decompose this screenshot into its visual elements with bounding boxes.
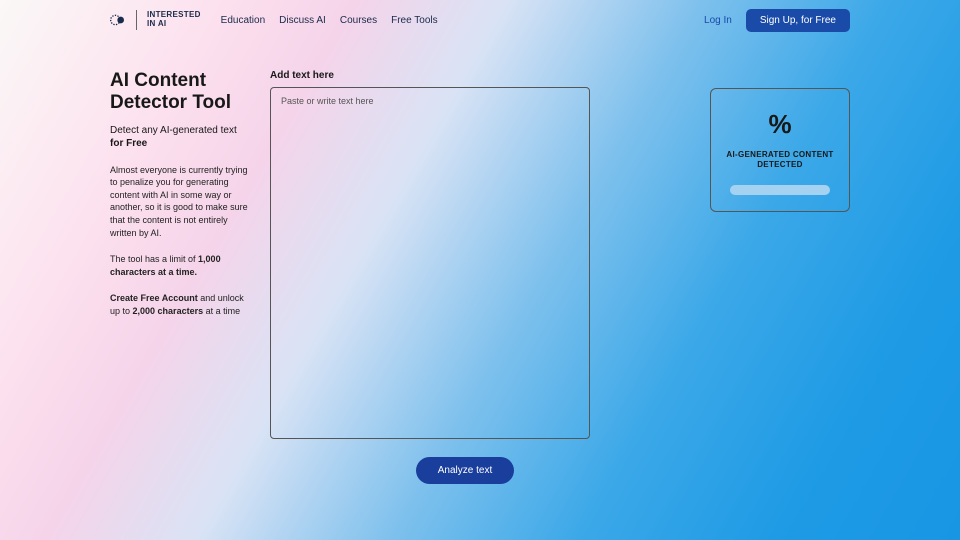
signup-button[interactable]: Sign Up, for Free xyxy=(746,9,850,32)
limit-para: The tool has a limit of 1,000 characters… xyxy=(110,253,250,278)
textarea-label: Add text here xyxy=(270,70,690,81)
logo[interactable]: INTERESTEDIN AI xyxy=(110,10,201,30)
result-column: % AI-GENERATED CONTENT DETECTED xyxy=(710,70,850,484)
header-right: Log In Sign Up, for Free xyxy=(704,9,850,32)
nav-courses[interactable]: Courses xyxy=(340,15,377,26)
logo-text: INTERESTEDIN AI xyxy=(147,11,201,29)
upsell-para: Create Free Account and unlock up to 2,0… xyxy=(110,292,250,317)
analyze-button[interactable]: Analyze text xyxy=(416,457,514,484)
page-title: AI Content Detector Tool xyxy=(110,70,250,114)
progress-bar xyxy=(730,185,830,195)
nav-discuss-ai[interactable]: Discuss AI xyxy=(279,15,326,26)
result-panel: % AI-GENERATED CONTENT DETECTED xyxy=(710,88,850,212)
subtitle: Detect any AI-generated text for Free xyxy=(110,124,250,150)
logo-icon xyxy=(110,12,126,28)
result-label: AI-GENERATED CONTENT DETECTED xyxy=(723,150,837,171)
description-para: Almost everyone is currently trying to p… xyxy=(110,164,250,240)
login-link[interactable]: Log In xyxy=(704,15,732,26)
main-content: AI Content Detector Tool Detect any AI-g… xyxy=(0,40,960,484)
percent-icon: % xyxy=(723,109,837,140)
nav-free-tools[interactable]: Free Tools xyxy=(391,15,438,26)
nav-education[interactable]: Education xyxy=(221,15,265,26)
logo-divider xyxy=(136,10,137,30)
header: INTERESTEDIN AI Education Discuss AI Cou… xyxy=(0,0,960,40)
info-column: AI Content Detector Tool Detect any AI-g… xyxy=(110,70,250,484)
text-input[interactable] xyxy=(270,87,590,439)
main-nav: Education Discuss AI Courses Free Tools xyxy=(221,15,438,26)
input-column: Add text here Analyze text xyxy=(270,70,690,484)
